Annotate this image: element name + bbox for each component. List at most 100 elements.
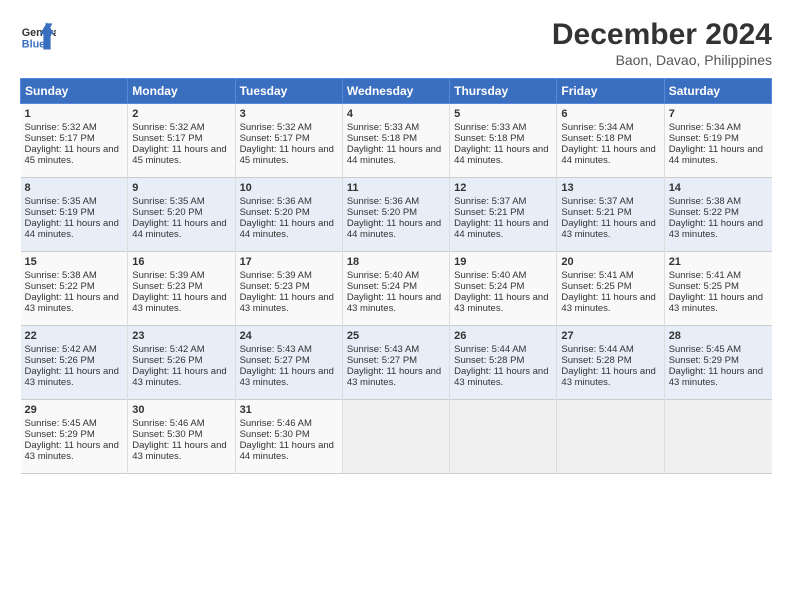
sunrise: Sunrise: 5:32 AM xyxy=(25,122,97,133)
sunrise: Sunrise: 5:46 AM xyxy=(240,418,312,429)
day-number: 3 xyxy=(240,108,338,120)
calendar-cell: 6Sunrise: 5:34 AMSunset: 5:18 PMDaylight… xyxy=(557,104,664,178)
daylight: Daylight: 11 hours and 43 minutes. xyxy=(25,292,119,314)
day-header-sunday: Sunday xyxy=(21,79,128,104)
sunset: Sunset: 5:18 PM xyxy=(561,133,631,144)
day-number: 11 xyxy=(347,182,445,194)
sunrise: Sunrise: 5:42 AM xyxy=(25,344,97,355)
daylight: Daylight: 11 hours and 43 minutes. xyxy=(561,218,655,240)
logo-icon: General Blue xyxy=(20,18,56,54)
daylight: Daylight: 11 hours and 43 minutes. xyxy=(454,292,548,314)
day-number: 27 xyxy=(561,330,659,342)
day-number: 31 xyxy=(240,404,338,416)
sunrise: Sunrise: 5:40 AM xyxy=(454,270,526,281)
day-number: 13 xyxy=(561,182,659,194)
day-number: 24 xyxy=(240,330,338,342)
location: Baon, Davao, Philippines xyxy=(552,52,772,68)
sunset: Sunset: 5:17 PM xyxy=(132,133,202,144)
day-number: 15 xyxy=(25,256,124,268)
header-row: SundayMondayTuesdayWednesdayThursdayFrid… xyxy=(21,79,772,104)
calendar-cell: 20 Sunrise: 5:41 AMSunset: 5:25 PMDayligh… xyxy=(557,252,664,326)
calendar-cell: 26Sunrise: 5:44 AMSunset: 5:28 PMDayligh… xyxy=(450,326,557,400)
sunrise: Sunrise: 5:46 AM xyxy=(132,418,204,429)
calendar-cell: 22Sunrise: 5:42 AMSunset: 5:26 PMDayligh… xyxy=(21,326,128,400)
daylight: Daylight: 11 hours and 44 minutes. xyxy=(561,144,655,166)
week-row-1: 1 Sunrise: 5:32 AM Sunset: 5:17 PM Daylight… xyxy=(21,104,772,178)
day-number: 25 xyxy=(347,330,445,342)
daylight: Daylight: 11 hours and 44 minutes. xyxy=(347,144,441,166)
sunset: Sunset: 5:24 PM xyxy=(454,281,524,292)
sunset: Sunset: 5:20 PM xyxy=(132,207,202,218)
sunset: Sunset: 5:28 PM xyxy=(561,355,631,366)
calendar-cell: 24Sunrise: 5:43 AMSunset: 5:27 PMDayligh… xyxy=(235,326,342,400)
sunset: Sunset: 5:19 PM xyxy=(25,207,95,218)
calendar-cell: 30Sunrise: 5:46 AMSunset: 5:30 PMDayligh… xyxy=(128,400,235,474)
daylight: Daylight: 11 hours and 44 minutes. xyxy=(240,218,334,240)
calendar-table: SundayMondayTuesdayWednesdayThursdayFrid… xyxy=(20,78,772,474)
daylight: Daylight: 11 hours and 43 minutes. xyxy=(669,292,763,314)
day-number: 29 xyxy=(25,404,124,416)
sunrise: Sunrise: 5:41 AM xyxy=(561,270,633,281)
calendar-cell: 5Sunrise: 5:33 AMSunset: 5:18 PMDaylight… xyxy=(450,104,557,178)
daylight: Daylight: 11 hours and 43 minutes. xyxy=(561,366,655,388)
sunrise: Sunrise: 5:37 AM xyxy=(561,196,633,207)
sunset: Sunset: 5:28 PM xyxy=(454,355,524,366)
daylight: Daylight: 11 hours and 43 minutes. xyxy=(132,366,226,388)
calendar-cell xyxy=(557,400,664,474)
day-number: 20 xyxy=(561,256,659,268)
day-number: 10 xyxy=(240,182,338,194)
sunset: Sunset: 5:22 PM xyxy=(669,207,739,218)
sunrise: Sunrise: 5:35 AM xyxy=(132,196,204,207)
sunrise: Sunrise: 5:44 AM xyxy=(454,344,526,355)
sunrise: Sunrise: 5:36 AM xyxy=(347,196,419,207)
daylight: Daylight: 11 hours and 43 minutes. xyxy=(347,292,441,314)
day-header-saturday: Saturday xyxy=(664,79,771,104)
sunrise: Sunrise: 5:43 AM xyxy=(347,344,419,355)
sunrise: Sunrise: 5:40 AM xyxy=(347,270,419,281)
daylight: Daylight: 11 hours and 45 minutes. xyxy=(240,144,334,166)
day-number: 19 xyxy=(454,256,552,268)
calendar-cell: 1Sunrise: 5:32 AMSunset: 5:17 PMDaylight… xyxy=(21,104,128,178)
calendar-cell: 29Sunrise: 5:45 AMSunset: 5:29 PMDayligh… xyxy=(21,400,128,474)
sunrise: Sunrise: 5:44 AM xyxy=(561,344,633,355)
sunrise: Sunrise: 5:45 AM xyxy=(25,418,97,429)
day-number: 8 xyxy=(25,182,124,194)
month-title: December 2024 xyxy=(552,18,772,52)
sunrise: Sunrise: 5:38 AM xyxy=(25,270,97,281)
daylight: Daylight: 11 hours and 43 minutes. xyxy=(669,218,763,240)
svg-text:Blue: Blue xyxy=(22,39,45,51)
sunset: Sunset: 5:27 PM xyxy=(347,355,417,366)
calendar-cell: 19 Sunrise: 5:40 AMSunset: 5:24 PMDayligh… xyxy=(450,252,557,326)
day-header-tuesday: Tuesday xyxy=(235,79,342,104)
day-header-wednesday: Wednesday xyxy=(342,79,449,104)
day-number: 6 xyxy=(561,108,659,120)
day-number: 1 xyxy=(25,108,124,120)
sunset: Sunset: 5:25 PM xyxy=(669,281,739,292)
daylight: Daylight: 11 hours and 43 minutes. xyxy=(561,292,655,314)
calendar-cell: 16Sunrise: 5:39 AMSunset: 5:23 PMDayligh… xyxy=(128,252,235,326)
daylight: Daylight: 11 hours and 44 minutes. xyxy=(669,144,763,166)
day-number: 28 xyxy=(669,330,768,342)
daylight: Daylight: 11 hours and 43 minutes. xyxy=(669,366,763,388)
day-number: 2 xyxy=(132,108,230,120)
sunset: Sunset: 5:26 PM xyxy=(132,355,202,366)
calendar-cell: 3Sunrise: 5:32 AMSunset: 5:17 PMDaylight… xyxy=(235,104,342,178)
sunset: Sunset: 5:25 PM xyxy=(561,281,631,292)
calendar-cell: 2Sunrise: 5:32 AMSunset: 5:17 PMDaylight… xyxy=(128,104,235,178)
calendar-cell: 9Sunrise: 5:35 AMSunset: 5:20 PMDaylight… xyxy=(128,178,235,252)
daylight: Daylight: 11 hours and 44 minutes. xyxy=(25,218,119,240)
daylight: Daylight: 11 hours and 44 minutes. xyxy=(240,440,334,462)
week-row-4: 22Sunrise: 5:42 AMSunset: 5:26 PMDayligh… xyxy=(21,326,772,400)
calendar-cell xyxy=(664,400,771,474)
sunset: Sunset: 5:19 PM xyxy=(669,133,739,144)
day-number: 14 xyxy=(669,182,768,194)
day-header-monday: Monday xyxy=(128,79,235,104)
calendar-cell: 31 Sunrise: 5:46 AMSunset: 5:30 PMDayligh… xyxy=(235,400,342,474)
sunset: Sunset: 5:30 PM xyxy=(240,429,310,440)
sunrise: Sunrise: 5:35 AM xyxy=(25,196,97,207)
calendar-cell: 11Sunrise: 5:36 AMSunset: 5:20 PMDayligh… xyxy=(342,178,449,252)
day-number: 12 xyxy=(454,182,552,194)
day-number: 21 xyxy=(669,256,768,268)
sunset: Sunset: 5:27 PM xyxy=(240,355,310,366)
page: General Blue December 2024 Baon, Davao, … xyxy=(0,0,792,612)
